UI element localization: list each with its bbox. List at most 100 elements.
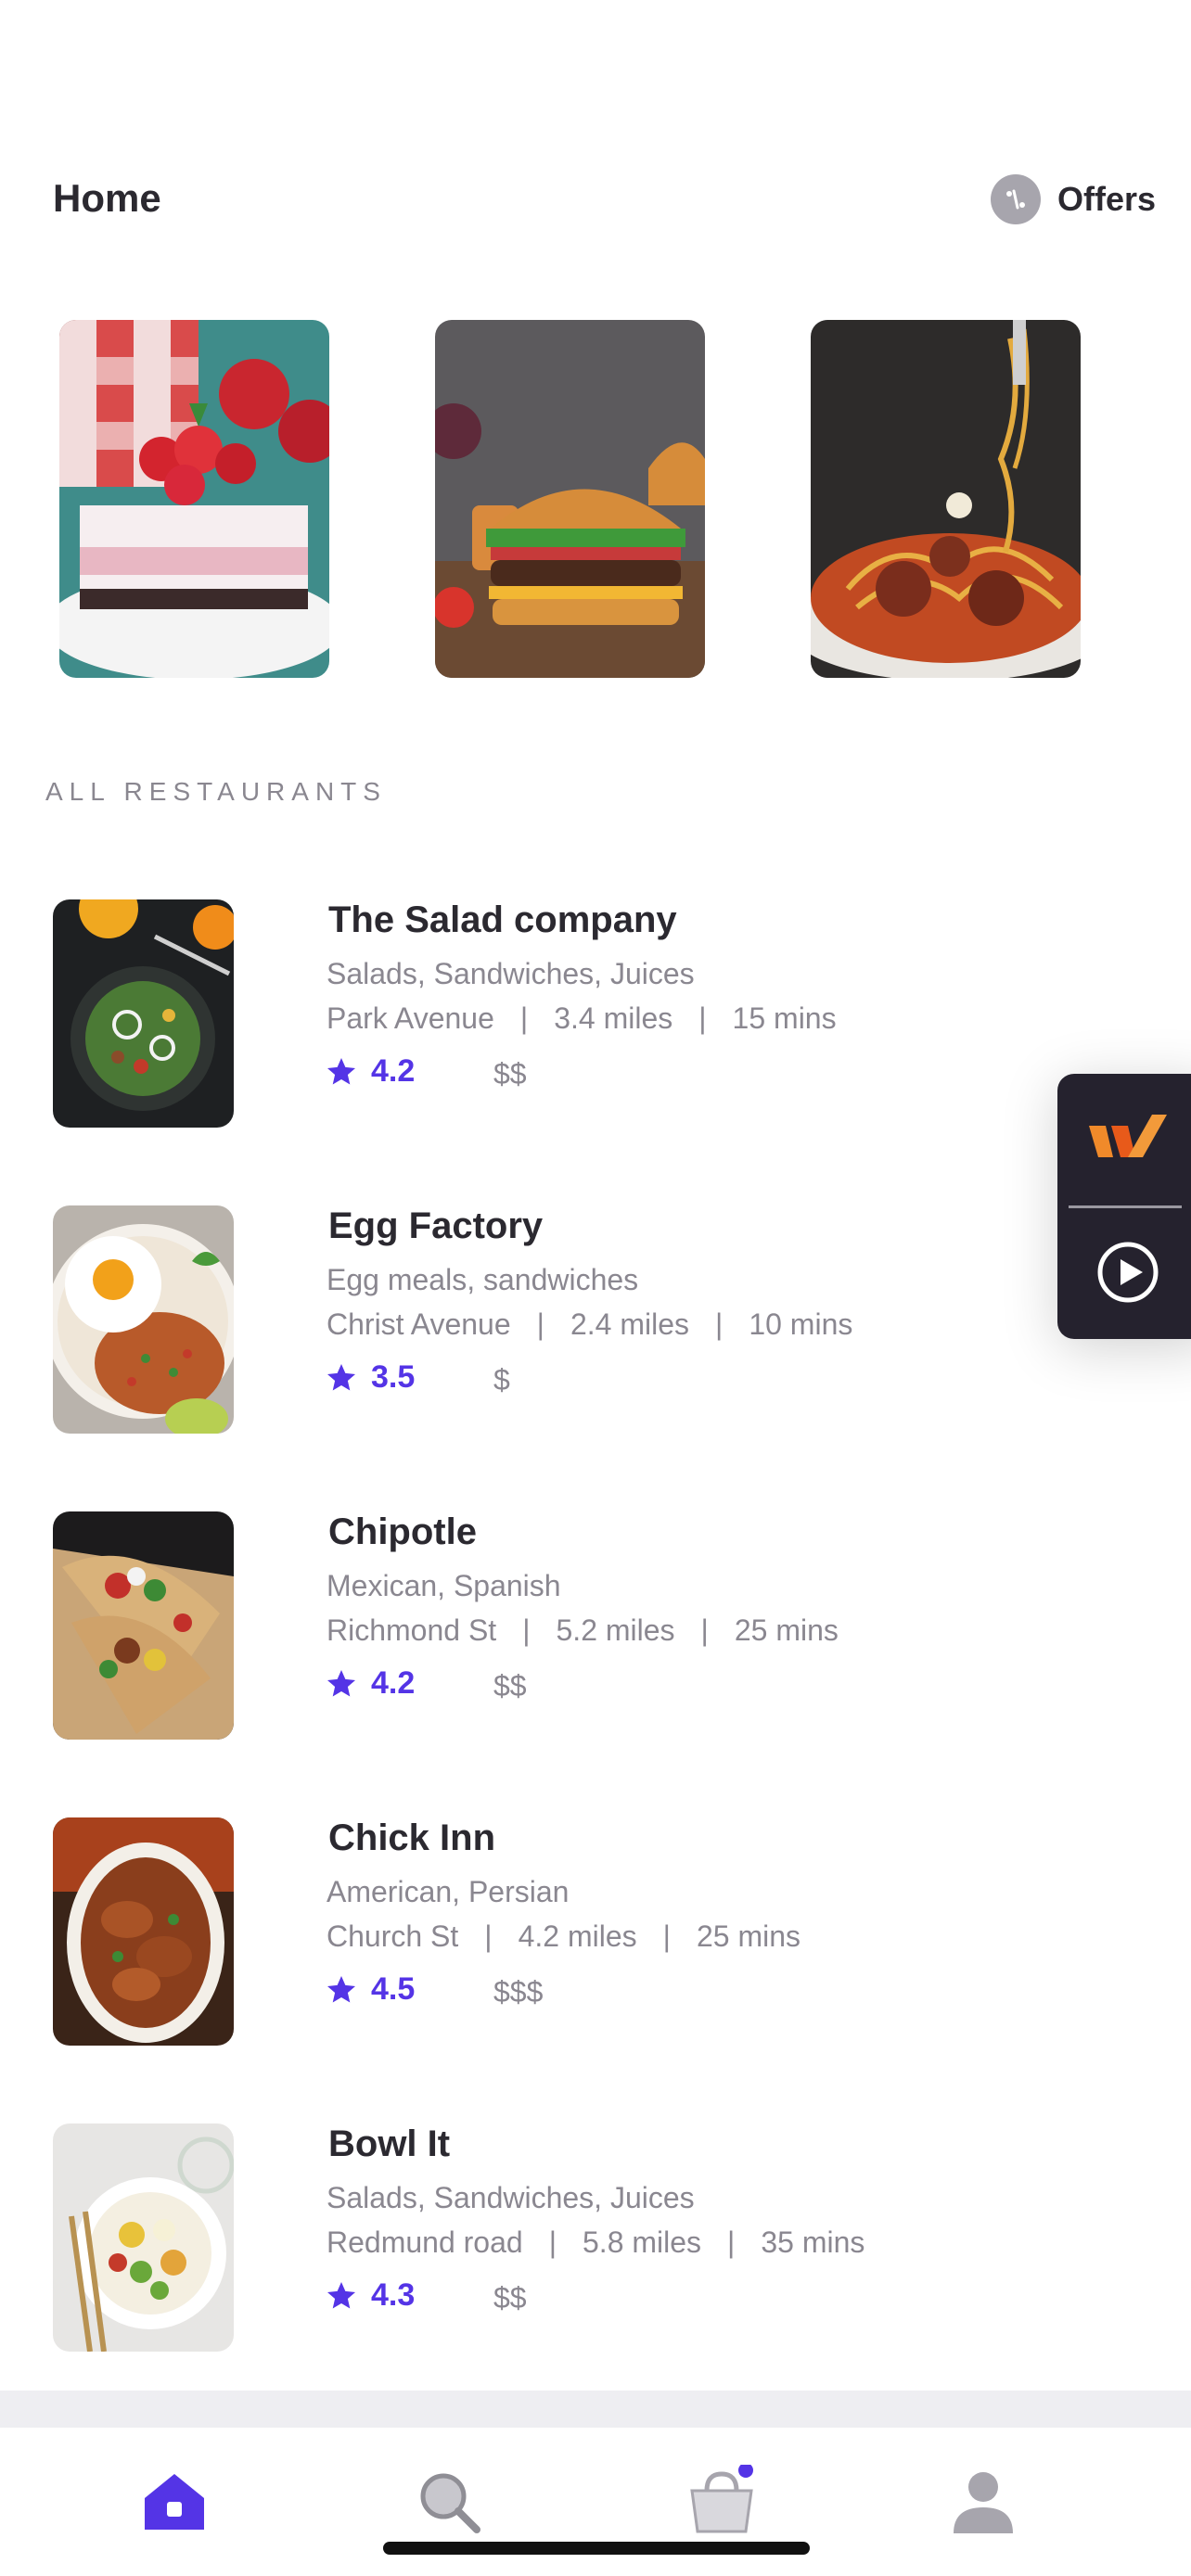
star-icon — [327, 1363, 355, 1390]
tab-cart[interactable] — [685, 2465, 759, 2539]
meta-separator: | — [662, 1919, 671, 1953]
burger-image — [435, 320, 705, 678]
restaurant-distance: 4.2 miles — [518, 1919, 637, 1953]
rating-value: 4.2 — [371, 1053, 416, 1089]
restaurant-name: Chick Inn — [328, 1817, 496, 1858]
restaurant-distance: 5.2 miles — [556, 1613, 675, 1647]
restaurant-time: 10 mins — [749, 1307, 853, 1341]
star-icon — [327, 1057, 355, 1084]
star-icon — [327, 2281, 355, 2308]
restaurant-meta: Redmund road | 5.8 miles | 35 mins — [327, 2225, 864, 2260]
featured-card-dessert[interactable] — [59, 320, 329, 678]
meta-separator: | — [698, 1001, 707, 1035]
restaurant-row[interactable]: Egg Factory Egg meals, sandwiches Christ… — [0, 1205, 1191, 1437]
restaurant-meta: Park Avenue | 3.4 miles | 15 mins — [327, 1001, 837, 1036]
meta-separator: | — [727, 2225, 736, 2259]
play-icon[interactable] — [1095, 1239, 1161, 1306]
list-bottom-divider — [0, 2391, 1191, 2428]
restaurant-cuisine: Egg meals, sandwiches — [327, 1263, 639, 1296]
restaurant-cuisine: American, Persian — [327, 1875, 570, 1908]
restaurant-rating: 4.2 — [325, 1053, 415, 1090]
salad-image — [53, 899, 234, 1128]
restaurant-thumbnail — [53, 899, 234, 1128]
restaurant-distance: 2.4 miles — [570, 1307, 689, 1341]
spaghetti-meatballs-image — [811, 320, 1081, 678]
restaurant-row[interactable]: The Salad company Salads, Sandwiches, Ju… — [0, 899, 1191, 1131]
restaurant-row[interactable]: Chipotle Mexican, Spanish Richmond St | 5.… — [0, 1511, 1191, 1743]
rating-value: 4.3 — [371, 2277, 416, 2313]
meta-separator: | — [519, 1001, 529, 1035]
restaurant-price: $$ — [493, 1057, 527, 1090]
home-indicator — [383, 2542, 810, 2555]
restaurant-thumbnail — [53, 1205, 234, 1434]
strawberry-dessert-image — [59, 320, 329, 678]
restaurant-meta: Christ Avenue | 2.4 miles | 10 mins — [327, 1307, 852, 1342]
restaurant-location: Redmund road — [327, 2225, 523, 2259]
cart-icon — [690, 2465, 753, 2533]
restaurant-name: Bowl It — [328, 2123, 451, 2164]
page-title: Home — [53, 176, 161, 220]
restaurant-location: Park Avenue — [327, 1001, 494, 1035]
restaurant-time: 25 mins — [696, 1919, 800, 1953]
tacos-image — [53, 1511, 234, 1740]
grilled-chicken-image — [53, 1817, 234, 2046]
star-icon — [327, 1975, 355, 2002]
restaurant-name: Chipotle — [328, 1511, 477, 1552]
restaurant-name: The Salad company — [328, 899, 677, 940]
restaurant-cuisine: Salads, Sandwiches, Juices — [327, 957, 695, 990]
meta-separator: | — [548, 2225, 557, 2259]
restaurant-thumbnail — [53, 1817, 234, 2046]
meta-separator: | — [522, 1613, 531, 1647]
restaurant-location: Christ Avenue — [327, 1307, 511, 1341]
featured-card-burger[interactable] — [435, 320, 705, 678]
tab-profile[interactable] — [946, 2465, 1020, 2539]
restaurant-rating: 3.5 — [325, 1359, 415, 1396]
widget-divider — [1069, 1205, 1182, 1208]
rating-value: 4.2 — [371, 1665, 416, 1701]
meta-separator: | — [715, 1307, 724, 1341]
header: Home Offers — [0, 0, 1191, 241]
restaurant-thumbnail — [53, 2123, 234, 2352]
meta-separator: | — [484, 1919, 493, 1953]
featured-card-spaghetti[interactable] — [811, 320, 1081, 678]
rating-value: 4.5 — [371, 1971, 416, 2007]
restaurant-time: 35 mins — [761, 2225, 865, 2259]
meta-separator: | — [700, 1613, 709, 1647]
meta-separator: | — [536, 1307, 544, 1341]
restaurant-location: Richmond St — [327, 1613, 497, 1647]
restaurant-row[interactable]: Bowl It Salads, Sandwiches, Juices Redmu… — [0, 2123, 1191, 2355]
brand-logo-icon[interactable] — [1085, 1109, 1169, 1168]
tab-search[interactable] — [412, 2465, 486, 2539]
profile-icon — [954, 2472, 1013, 2533]
featured-carousel — [59, 320, 1172, 678]
restaurant-rating: 4.5 — [325, 1971, 415, 2008]
restaurant-cuisine: Mexican, Spanish — [327, 1569, 561, 1602]
restaurant-meta: Church St | 4.2 miles | 25 mins — [327, 1919, 800, 1954]
restaurant-distance: 5.8 miles — [583, 2225, 702, 2259]
offers-label: Offers — [1057, 180, 1156, 218]
star-icon — [327, 1669, 355, 1696]
restaurant-cuisine: Salads, Sandwiches, Juices — [327, 2181, 695, 2214]
offers-button[interactable]: Offers — [990, 174, 1156, 224]
restaurant-rating: 4.3 — [325, 2277, 415, 2314]
rating-value: 3.5 — [371, 1359, 416, 1395]
restaurant-meta: Richmond St | 5.2 miles | 25 mins — [327, 1613, 839, 1648]
offers-icon — [990, 174, 1041, 224]
restaurant-distance: 3.4 miles — [554, 1001, 673, 1035]
tab-home[interactable] — [137, 2465, 211, 2539]
search-icon — [420, 2473, 480, 2533]
restaurant-thumbnail — [53, 1511, 234, 1740]
restaurant-time: 15 mins — [732, 1001, 837, 1035]
section-label: ALL RESTAURANTS — [45, 777, 387, 806]
restaurant-row[interactable]: Chick Inn American, Persian Church St | 4.… — [0, 1817, 1191, 2049]
restaurant-price: $ — [493, 1363, 510, 1396]
egg-meal-image — [53, 1205, 234, 1434]
restaurant-price: $$$ — [493, 1975, 544, 2009]
salad-bowl-image — [53, 2123, 234, 2352]
restaurant-price: $$ — [493, 1669, 527, 1702]
home-icon — [145, 2474, 204, 2530]
restaurant-time: 25 mins — [734, 1613, 839, 1647]
restaurant-name: Egg Factory — [328, 1205, 544, 1246]
restaurant-location: Church St — [327, 1919, 459, 1953]
floating-widget-panel — [1057, 1074, 1191, 1339]
